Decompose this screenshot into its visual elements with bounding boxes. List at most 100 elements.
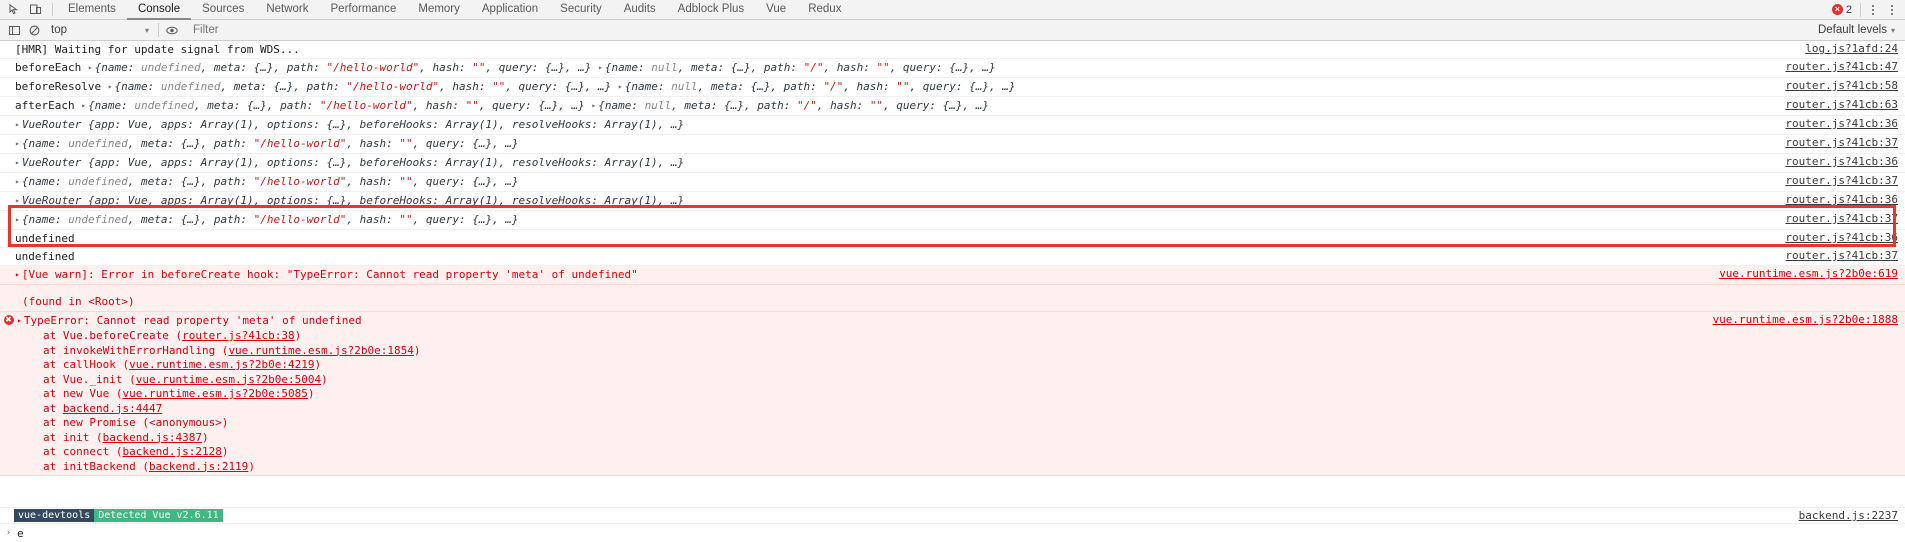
stack-frame-link[interactable]: vue.runtime.esm.js?2b0e:5085 (122, 387, 307, 400)
live-expression-icon[interactable] (162, 21, 182, 40)
console-log-levels-dropdown[interactable]: Default levels ▾ (1818, 24, 1905, 36)
console-row[interactable]: afterEach ▸ {name: undefined, meta: {…}, … (0, 97, 1905, 116)
console-source-link[interactable]: router.js?41cb:47 (1775, 60, 1905, 73)
stack-frame-link[interactable]: vue.runtime.esm.js?2b0e:5004 (136, 373, 321, 386)
logged-object-preview[interactable]: {name: null, meta: {…}, path: "/", hash:… (598, 99, 989, 112)
logged-object-preview[interactable]: {name: null, meta: {…}, path: "/", hash:… (605, 61, 996, 74)
console-prompt[interactable]: › e (0, 523, 1905, 542)
expand-triangle-icon[interactable]: ▸ (618, 79, 623, 94)
error-count-badge[interactable]: × 2 (1827, 4, 1857, 16)
devtools-close-menu-icon[interactable] (1883, 1, 1901, 19)
logged-object-preview[interactable]: {name: undefined, meta: {…}, path: "/hel… (95, 61, 592, 74)
tabbar-right-controls: × 2 (1827, 1, 1905, 19)
console-message-list[interactable]: [HMR] Waiting for update signal from WDS… (0, 41, 1905, 507)
logged-object-preview[interactable]: {name: undefined, meta: {…}, path: "/hel… (88, 99, 585, 112)
stack-frame-link[interactable]: backend.js:4387 (103, 431, 202, 444)
console-filter-input[interactable] (191, 23, 1818, 37)
clear-console-icon[interactable] (24, 21, 44, 40)
tab-performance[interactable]: Performance (320, 0, 408, 20)
tab-console[interactable]: Console (126, 0, 192, 20)
tab-console-label: Console (137, 2, 181, 15)
console-sidebar-toggle-icon[interactable] (4, 21, 24, 40)
expand-triangle-icon[interactable]: ▸ (591, 98, 596, 113)
logged-object-preview[interactable]: {name: undefined, meta: {…}, path: "/hel… (115, 80, 612, 93)
console-source-link[interactable]: router.js?41cb:37 (1775, 212, 1905, 225)
vue-devtools-badge: vue-devtools Detected Vue v2.6.11 (14, 509, 223, 522)
console-source-link[interactable]: router.js?41cb:63 (1775, 98, 1905, 111)
console-prompt-input[interactable]: e (17, 527, 24, 540)
tab-memory[interactable]: Memory (407, 0, 471, 20)
device-toolbar-icon[interactable] (26, 1, 45, 19)
expand-triangle-icon[interactable]: ▸ (17, 313, 22, 328)
console-row[interactable]: ▸ {name: undefined, meta: {…}, path: "/he… (0, 211, 1905, 230)
console-source-link[interactable]: router.js?41cb:37 (1775, 249, 1905, 262)
stack-frame-link[interactable]: router.js?41cb:38 (182, 329, 295, 342)
console-devtools-badge-row[interactable]: vue-devtools Detected Vue v2.6.11 backen… (0, 507, 1905, 523)
console-source-link[interactable]: backend.js:2237 (1799, 509, 1905, 522)
console-source-link[interactable]: vue.runtime.esm.js?2b0e:1888 (1703, 313, 1905, 326)
expand-triangle-icon[interactable]: ▸ (15, 174, 20, 189)
console-row[interactable]: beforeEach ▸ {name: undefined, meta: {…},… (0, 59, 1905, 78)
expand-triangle-icon[interactable]: ▸ (15, 136, 20, 151)
expand-triangle-icon[interactable]: ▸ (15, 117, 20, 132)
console-context-selector[interactable]: top ▾ (51, 24, 155, 36)
logged-object-preview[interactable]: VueRouter {app: Vue, apps: Array(1), opt… (22, 194, 684, 207)
console-source-link[interactable]: router.js?41cb:36 (1775, 193, 1905, 206)
console-source-link[interactable]: router.js?41cb:36 (1775, 231, 1905, 244)
logged-object-preview[interactable]: VueRouter {app: Vue, apps: Array(1), opt… (22, 156, 684, 169)
stack-frame-link[interactable]: vue.runtime.esm.js?2b0e:1854 (228, 344, 413, 357)
console-row[interactable]: undefined router.js?41cb:36 (0, 230, 1905, 248)
expand-triangle-icon[interactable]: ▸ (88, 60, 93, 75)
tab-sources[interactable]: Sources (191, 0, 255, 20)
console-source-link[interactable]: router.js?41cb:37 (1775, 136, 1905, 149)
tab-redux[interactable]: Redux (797, 0, 852, 20)
stack-frame-link[interactable]: backend.js:4447 (63, 402, 162, 415)
devtools-main-menu-icon[interactable] (1864, 1, 1882, 19)
stack-frame-link[interactable]: backend.js:2119 (149, 460, 248, 473)
logged-object-preview[interactable]: {name: undefined, meta: {…}, path: "/hel… (22, 137, 519, 150)
tab-vue[interactable]: Vue (755, 0, 797, 20)
expand-triangle-icon[interactable]: ▸ (15, 212, 20, 227)
console-source-link[interactable]: log.js?1afd:24 (1795, 42, 1905, 55)
console-context-value: top (51, 24, 67, 36)
console-warning-row[interactable]: ▸ [Vue warn]: Error in beforeCreate hook:… (0, 266, 1905, 285)
tab-security[interactable]: Security (549, 0, 613, 20)
stack-frame: at initBackend (backend.js:2119) (43, 459, 255, 473)
tab-adblock-plus[interactable]: Adblock Plus (667, 0, 755, 20)
tab-audits[interactable]: Audits (613, 0, 667, 20)
console-source-link[interactable]: router.js?41cb:36 (1775, 155, 1905, 168)
tab-elements[interactable]: Elements (57, 0, 127, 20)
console-row[interactable]: beforeResolve ▸ {name: undefined, meta: {… (0, 78, 1905, 97)
expand-triangle-icon[interactable]: ▸ (81, 98, 86, 113)
console-row[interactable]: ▸ {name: undefined, meta: {…}, path: "/he… (0, 173, 1905, 192)
logged-object-preview[interactable]: {name: undefined, meta: {…}, path: "/hel… (22, 213, 519, 226)
tab-application[interactable]: Application (471, 0, 549, 20)
console-source-link[interactable]: vue.runtime.esm.js?2b0e:619 (1709, 267, 1905, 280)
console-row[interactable]: [HMR] Waiting for update signal from WDS… (0, 41, 1905, 59)
tab-elements-label: Elements (68, 2, 116, 15)
console-row[interactable]: ▸ {name: undefined, meta: {…}, path: "/he… (0, 135, 1905, 154)
inspect-element-icon[interactable] (5, 1, 24, 19)
tabbar-divider (52, 3, 53, 16)
expand-triangle-icon[interactable]: ▸ (15, 267, 20, 282)
logged-object-preview[interactable]: {name: null, meta: {…}, path: "/", hash:… (625, 80, 1016, 93)
console-row[interactable]: ▸ VueRouter {app: Vue, apps: Array(1), op… (0, 154, 1905, 173)
console-source-link[interactable]: router.js?41cb:58 (1775, 79, 1905, 92)
expand-triangle-icon[interactable]: ▸ (15, 155, 20, 170)
console-source-link[interactable]: router.js?41cb:36 (1775, 117, 1905, 130)
tabbar-icon-group (0, 1, 48, 19)
tab-network[interactable]: Network (255, 0, 319, 20)
expand-triangle-icon[interactable]: ▸ (15, 193, 20, 208)
logged-object-preview[interactable]: VueRouter {app: Vue, apps: Array(1), opt… (22, 118, 684, 131)
expand-triangle-icon[interactable]: ▸ (108, 79, 113, 94)
console-row[interactable]: ▸ VueRouter {app: Vue, apps: Array(1), op… (0, 192, 1905, 211)
vue-devtools-badge-right: Detected Vue v2.6.11 (94, 509, 223, 522)
stack-frame-link[interactable]: backend.js:2128 (122, 445, 221, 458)
logged-object-preview[interactable]: {name: undefined, meta: {…}, path: "/hel… (22, 175, 519, 188)
console-row[interactable]: undefined router.js?41cb:37 (0, 248, 1905, 266)
console-row[interactable]: ▸ VueRouter {app: Vue, apps: Array(1), op… (0, 116, 1905, 135)
console-source-link[interactable]: router.js?41cb:37 (1775, 174, 1905, 187)
stack-frame-link[interactable]: vue.runtime.esm.js?2b0e:4219 (129, 358, 314, 371)
console-error-row[interactable]: ✖ ▸ TypeError: Cannot read property 'meta… (0, 312, 1905, 476)
expand-triangle-icon[interactable]: ▸ (598, 60, 603, 75)
